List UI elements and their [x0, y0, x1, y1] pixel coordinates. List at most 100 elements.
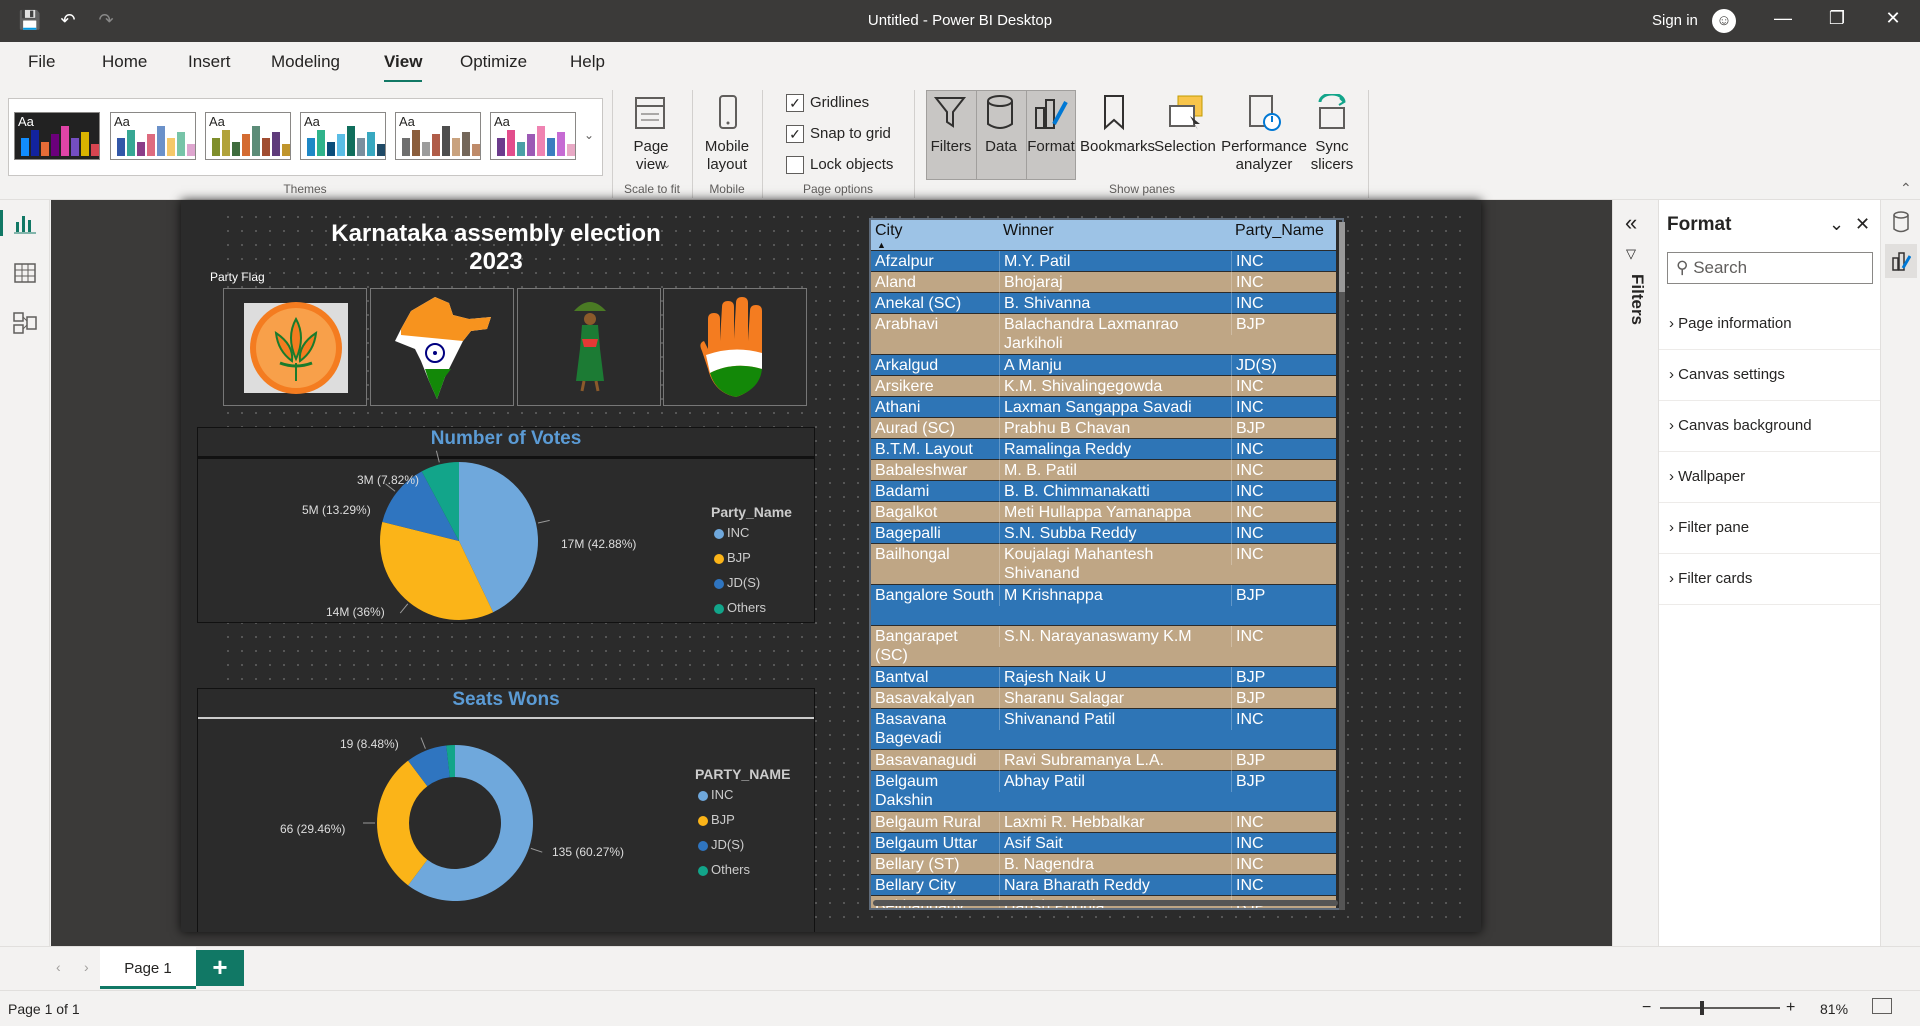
seats-legend-jds[interactable]: JD(S) [698, 837, 744, 852]
filters-pane-button[interactable]: Filters [926, 138, 976, 156]
menu-optimize[interactable]: Optimize [460, 52, 527, 72]
inc-hand-image[interactable] [663, 288, 807, 406]
table-vertical-scrollbar[interactable] [1339, 222, 1345, 910]
votes-legend-bjp[interactable]: BJP [714, 550, 751, 565]
theme-4[interactable]: Aa [300, 112, 386, 160]
table-row[interactable]: Bailhongal Koujalagi Mahantesh Shivanand I… [871, 544, 1336, 584]
table-row[interactable]: Aurad (SC) Prabhu B Chavan BJP [871, 418, 1336, 439]
format-close-icon[interactable]: ✕ [1855, 214, 1870, 235]
format-pane-button[interactable]: Format [1026, 138, 1076, 156]
filters-pane-collapsed[interactable]: « ▽ Filters [1612, 200, 1658, 946]
table-row[interactable]: Aland Bhojaraj INC [871, 272, 1336, 293]
votes-legend-others[interactable]: Others [714, 600, 766, 615]
menu-file[interactable]: File [28, 52, 55, 72]
table-row[interactable]: Badami B. B. Chimmanakatti INC [871, 481, 1336, 502]
selection-pane-button[interactable]: Selection [1150, 138, 1220, 156]
zoom-in-icon[interactable]: + [1786, 999, 1795, 1017]
themes-expand-icon[interactable]: ⌄ [584, 128, 594, 142]
format-search-input[interactable]: ⚲ Search [1667, 252, 1873, 284]
table-row[interactable]: Babaleshwar M. B. Patil INC [871, 460, 1336, 481]
menu-home[interactable]: Home [102, 52, 147, 72]
table-row[interactable]: Bellary City Nara Bharath Reddy INC [871, 875, 1336, 896]
table-row[interactable]: Arabhavi Balachandra Laxmanrao Jarkiholi B… [871, 314, 1336, 354]
prev-page-icon[interactable]: ‹ [56, 959, 61, 975]
table-row[interactable]: Belgaum Uttar Asif Sait INC [871, 833, 1336, 854]
seats-legend-inc[interactable]: INC [698, 787, 733, 802]
table-row[interactable]: Basavana Bagevadi Shivanand Patil INC [871, 709, 1336, 749]
zoom-out-icon[interactable]: − [1642, 999, 1651, 1017]
col-header-party[interactable]: Party_Name [1231, 220, 1336, 250]
performance-analyzer-button[interactable]: Performance analyzer [1220, 138, 1308, 174]
table-row[interactable]: Bangarapet (SC) S.N. Narayanaswamy K.M INC [871, 626, 1336, 666]
table-row[interactable]: Bagalkot Meti Hullappa Yamanappa INC [871, 502, 1336, 523]
table-row[interactable]: Arsikere K.M. Shivalingegowda INC [871, 376, 1336, 397]
fit-to-page-icon[interactable] [1872, 998, 1892, 1014]
seats-legend-bjp[interactable]: BJP [698, 812, 735, 827]
table-row[interactable]: Basavanagudi Ravi Subramanya L.A. BJP [871, 750, 1336, 771]
table-row[interactable]: Bangalore South M Krishnappa BJP [871, 585, 1336, 625]
expand-filters-icon[interactable]: « [1625, 210, 1637, 236]
votes-legend-inc[interactable]: INC [714, 525, 749, 540]
section-canvas-background[interactable]: › Canvas background [1659, 402, 1881, 452]
section-wallpaper[interactable]: › Wallpaper [1659, 453, 1881, 503]
winners-table[interactable]: City ▲ Winner Party_Name Afzalpur M.Y. Pat… [869, 218, 1344, 910]
theme-3[interactable]: Aa [205, 112, 291, 160]
theme-2[interactable]: Aa [110, 112, 196, 160]
theme-6[interactable]: Aa [490, 112, 576, 160]
section-page-information[interactable]: › Page information [1659, 300, 1881, 350]
seats-slice-bjp[interactable] [377, 760, 428, 886]
table-row[interactable]: Belgaum Rural Laxmi R. Hebbalkar INC [871, 812, 1336, 833]
table-row[interactable]: Basavakalyan Sharanu Salagar BJP [871, 688, 1336, 709]
page-tab-1[interactable]: Page 1 [100, 947, 196, 989]
snap-to-grid-checkbox[interactable]: ✓ Snap to grid [786, 125, 891, 144]
zoom-slider-thumb[interactable] [1700, 1001, 1704, 1015]
section-filter-pane[interactable]: › Filter pane [1659, 504, 1881, 554]
table-row[interactable]: Bellary (ST) B. Nagendra INC [871, 854, 1336, 875]
votes-pie-card[interactable]: Number of Votes 17M (42.88%) 14M (36%) 5… [197, 427, 815, 623]
bookmarks-pane-button[interactable]: Bookmarks [1080, 138, 1155, 156]
page-view-button[interactable]: Page view [620, 138, 682, 174]
theme-default[interactable]: Aa [14, 112, 100, 160]
table-row[interactable]: Anekal (SC) B. Shivanna INC [871, 293, 1336, 314]
col-header-winner[interactable]: Winner [999, 220, 1231, 250]
theme-5[interactable]: Aa [395, 112, 481, 160]
col-header-city[interactable]: City ▲ [871, 220, 999, 250]
account-icon[interactable]: ☺ [1712, 9, 1736, 33]
menu-view[interactable]: View [384, 52, 423, 83]
seats-legend-others[interactable]: Others [698, 862, 750, 877]
votes-legend-jds[interactable]: JD(S) [714, 575, 760, 590]
table-row[interactable]: Bagepalli S.N. Subba Reddy INC [871, 523, 1336, 544]
add-page-button[interactable]: + [196, 950, 244, 986]
table-row[interactable]: Belgaum Dakshin Abhay Patil BJP [871, 771, 1336, 811]
gridlines-checkbox[interactable]: ✓ Gridlines [786, 94, 869, 113]
table-row[interactable]: Athani Laxman Sangappa Savadi INC [871, 397, 1336, 418]
next-page-icon[interactable]: › [84, 959, 89, 975]
section-filter-cards[interactable]: › Filter cards [1659, 555, 1881, 605]
menu-insert[interactable]: Insert [188, 52, 231, 72]
menu-modeling[interactable]: Modeling [271, 52, 340, 72]
table-row[interactable]: Afzalpur M.Y. Patil INC [871, 251, 1336, 272]
format-pane-tab[interactable] [1885, 244, 1917, 278]
table-view-icon[interactable] [13, 262, 37, 284]
model-view-icon[interactable] [13, 312, 37, 334]
bjp-flag-image[interactable] [223, 288, 367, 406]
menu-help[interactable]: Help [570, 52, 605, 72]
report-view-icon[interactable] [13, 212, 37, 234]
minimize-icon[interactable]: — [1768, 8, 1798, 29]
jds-logo-image[interactable] [517, 288, 661, 406]
zoom-slider[interactable] [1660, 1007, 1780, 1009]
lock-objects-checkbox[interactable]: Lock objects [786, 156, 893, 175]
collapse-ribbon-icon[interactable]: ⌃ [1900, 180, 1912, 197]
format-collapse-icon[interactable]: ⌄ [1829, 214, 1844, 235]
seats-donut-card[interactable]: Seats Wons 135 (60.27%) 66 (29.46%) 19 (… [197, 688, 815, 932]
close-icon[interactable]: ✕ [1878, 8, 1908, 29]
table-scroll-thumb[interactable] [1339, 222, 1345, 292]
table-horizontal-scrollbar[interactable] [873, 900, 1338, 906]
mobile-layout-button[interactable]: Mobile layout [696, 138, 758, 174]
restore-icon[interactable]: ❐ [1822, 8, 1852, 29]
india-map-image[interactable] [370, 288, 514, 406]
sync-slicers-button[interactable]: Sync slicers [1308, 138, 1356, 174]
sign-in-link[interactable]: Sign in [1652, 12, 1698, 29]
section-canvas-settings[interactable]: › Canvas settings [1659, 351, 1881, 401]
table-row[interactable]: Bantval Rajesh Naik U BJP [871, 667, 1336, 688]
